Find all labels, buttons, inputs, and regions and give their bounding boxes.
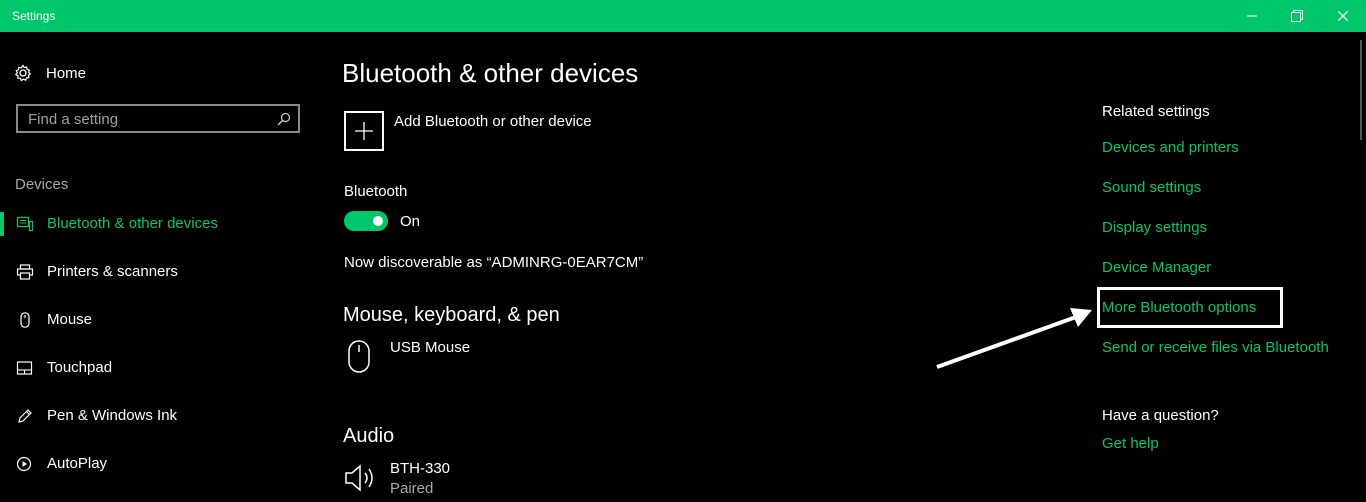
sidebar-item-label: Printers & scanners <box>47 263 178 280</box>
sidebar-item-label: Mouse <box>47 311 93 328</box>
sidebar-item-label: Touchpad <box>47 359 113 376</box>
window-title: Settings <box>12 9 56 23</box>
device-status: Paired <box>390 480 434 497</box>
sidebar-item-printers[interactable]: Printers & scanners <box>0 256 320 288</box>
link-sound-settings[interactable]: Sound settings <box>1102 179 1201 196</box>
device-name-usb-mouse[interactable]: USB Mouse <box>390 339 470 356</box>
title-bar: Settings <box>0 0 1366 32</box>
close-icon <box>1338 11 1348 21</box>
active-indicator <box>0 212 4 236</box>
section-title-audio: Audio <box>343 425 395 447</box>
device-name-bth330[interactable]: BTH-330 <box>390 460 450 477</box>
search-input[interactable] <box>28 110 268 128</box>
restore-icon <box>1291 10 1303 22</box>
add-device-button[interactable] <box>344 111 384 151</box>
toggle-knob <box>373 216 383 226</box>
close-button[interactable] <box>1320 0 1366 32</box>
sidebar-home[interactable]: Home <box>14 62 86 84</box>
link-display-settings[interactable]: Display settings <box>1102 219 1207 236</box>
toggle-state-label: On <box>400 213 421 230</box>
section-title-mouse-keyboard-pen: Mouse, keyboard, & pen <box>343 304 560 326</box>
mouse-icon[interactable] <box>347 340 373 374</box>
bluetooth-toggle[interactable] <box>344 211 388 231</box>
question-heading: Have a question? <box>1102 407 1219 424</box>
printer-icon <box>16 264 34 280</box>
sidebar-item-touchpad[interactable]: Touchpad <box>0 352 320 384</box>
add-device-label[interactable]: Add Bluetooth or other device <box>394 113 592 130</box>
related-settings-title: Related settings <box>1102 103 1210 120</box>
pen-icon <box>18 409 32 423</box>
sidebar-item-mouse[interactable]: Mouse <box>0 304 320 336</box>
minimize-button[interactable] <box>1229 0 1275 32</box>
link-devices-and-printers[interactable]: Devices and printers <box>1102 139 1239 156</box>
bluetooth-label: Bluetooth <box>344 183 408 200</box>
link-more-bluetooth-options[interactable]: More Bluetooth options <box>1102 299 1256 316</box>
mouse-icon <box>20 312 30 328</box>
bluetooth-devices-icon <box>16 216 34 232</box>
minimize-icon <box>1247 15 1257 17</box>
autoplay-icon <box>16 456 32 472</box>
search-box[interactable] <box>16 104 300 133</box>
sidebar-item-pen[interactable]: Pen & Windows Ink <box>0 400 320 432</box>
sidebar-item-label: Pen & Windows Ink <box>47 407 178 424</box>
speaker-icon[interactable] <box>344 462 380 494</box>
restore-button[interactable] <box>1274 0 1320 32</box>
gear-icon <box>14 64 32 82</box>
home-label: Home <box>46 64 87 82</box>
scrollbar[interactable] <box>1360 40 1362 140</box>
discoverable-text: Now discoverable as “ADMINRG-0EAR7CM” <box>344 254 644 271</box>
link-send-receive-files[interactable]: Send or receive files via Bluetooth <box>1102 339 1329 356</box>
sidebar-item-label: AutoPlay <box>47 455 108 472</box>
link-get-help[interactable]: Get help <box>1102 435 1159 452</box>
annotation-arrow-icon <box>936 308 1092 369</box>
sidebar-item-label: Bluetooth & other devices <box>47 215 218 232</box>
search-icon[interactable] <box>277 112 291 126</box>
sidebar-item-autoplay[interactable]: AutoPlay <box>0 448 320 480</box>
plus-icon <box>355 122 373 140</box>
section-label-devices: Devices <box>15 176 69 193</box>
touchpad-icon <box>16 361 33 375</box>
page-title: Bluetooth & other devices <box>342 58 639 88</box>
sidebar-item-bluetooth[interactable]: Bluetooth & other devices <box>0 208 320 240</box>
link-device-manager[interactable]: Device Manager <box>1102 259 1211 276</box>
